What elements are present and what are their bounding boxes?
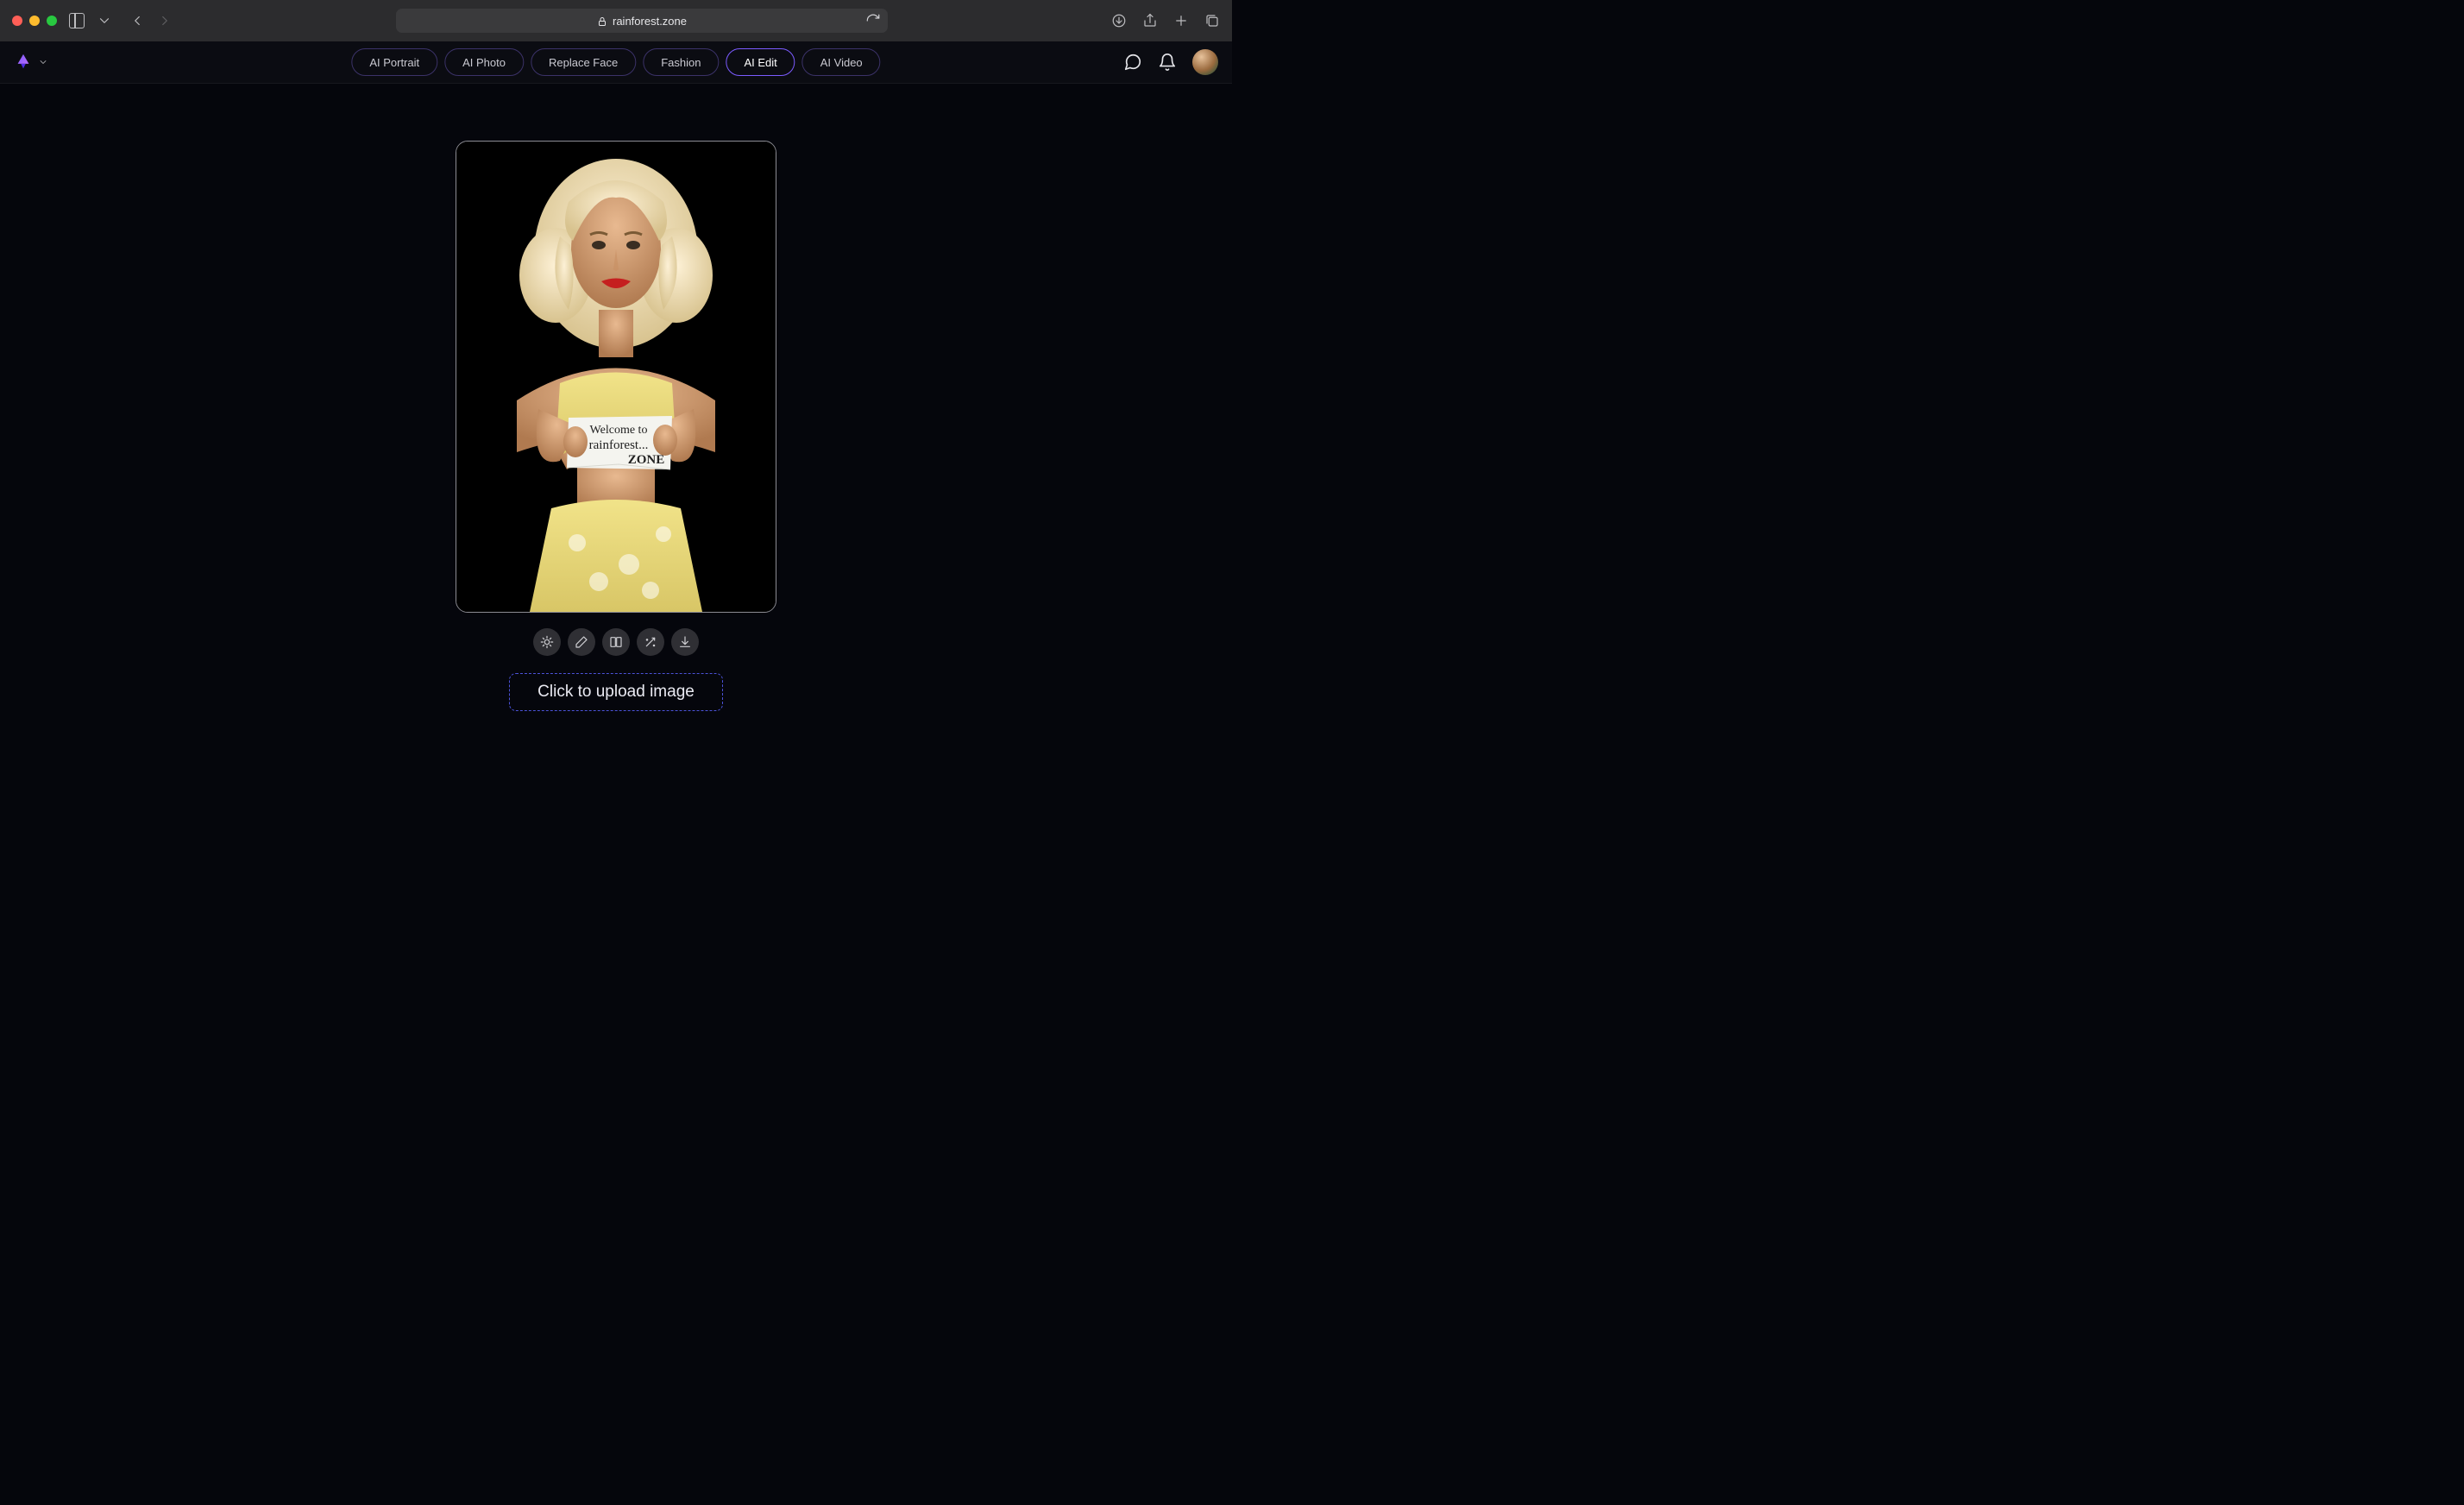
minimize-window-button[interactable] [29, 16, 40, 26]
maximize-window-button[interactable] [47, 16, 57, 26]
tab-group-dropdown[interactable] [97, 13, 112, 28]
note-line-2: rainforest... [589, 438, 649, 452]
tabs-overview-button[interactable] [1204, 13, 1220, 28]
note-line-3: ZONE [628, 453, 665, 467]
tab-ai-portrait[interactable]: AI Portrait [351, 48, 437, 76]
forward-button[interactable] [157, 13, 173, 28]
magic-icon[interactable] [637, 628, 664, 656]
download-icon[interactable] [671, 628, 699, 656]
sample-image[interactable]: Welcome to rainforest... ZONE [456, 141, 776, 613]
avatar[interactable] [1192, 49, 1218, 75]
mode-tabs: AI Portrait AI Photo Replace Face Fashio… [351, 48, 880, 76]
chevron-down-icon [38, 57, 48, 67]
downloads-button[interactable] [1111, 13, 1127, 28]
new-tab-button[interactable] [1173, 13, 1189, 28]
main-content: Welcome to rainforest... ZONE Click to u… [0, 84, 1232, 753]
note-line-1: Welcome to [590, 424, 648, 437]
logo-icon [14, 53, 33, 72]
back-button[interactable] [129, 13, 145, 28]
address-bar[interactable]: rainforest.zone [396, 9, 888, 33]
upload-label: Click to upload image [537, 683, 695, 701]
tab-ai-photo[interactable]: AI Photo [444, 48, 524, 76]
logo-dropdown[interactable] [14, 53, 48, 72]
chat-icon[interactable] [1123, 53, 1142, 72]
enhance-icon[interactable] [533, 628, 561, 656]
tab-fashion[interactable]: Fashion [643, 48, 719, 76]
compare-icon[interactable] [602, 628, 630, 656]
tab-ai-video[interactable]: AI Video [802, 48, 881, 76]
url-text: rainforest.zone [613, 15, 687, 28]
reload-button[interactable] [865, 13, 881, 28]
tab-ai-edit[interactable]: AI Edit [726, 48, 795, 76]
share-button[interactable] [1142, 13, 1158, 28]
browser-toolbar: rainforest.zone [0, 0, 1232, 41]
lock-icon [597, 16, 606, 25]
edit-icon[interactable] [568, 628, 595, 656]
sidebar-toggle-button[interactable] [69, 13, 85, 28]
upload-button[interactable]: Click to upload image [509, 673, 723, 711]
bell-icon[interactable] [1158, 53, 1177, 72]
app-header: AI Portrait AI Photo Replace Face Fashio… [0, 41, 1232, 84]
tab-replace-face[interactable]: Replace Face [531, 48, 636, 76]
window-controls [12, 16, 57, 26]
close-window-button[interactable] [12, 16, 22, 26]
image-tools [533, 628, 699, 656]
